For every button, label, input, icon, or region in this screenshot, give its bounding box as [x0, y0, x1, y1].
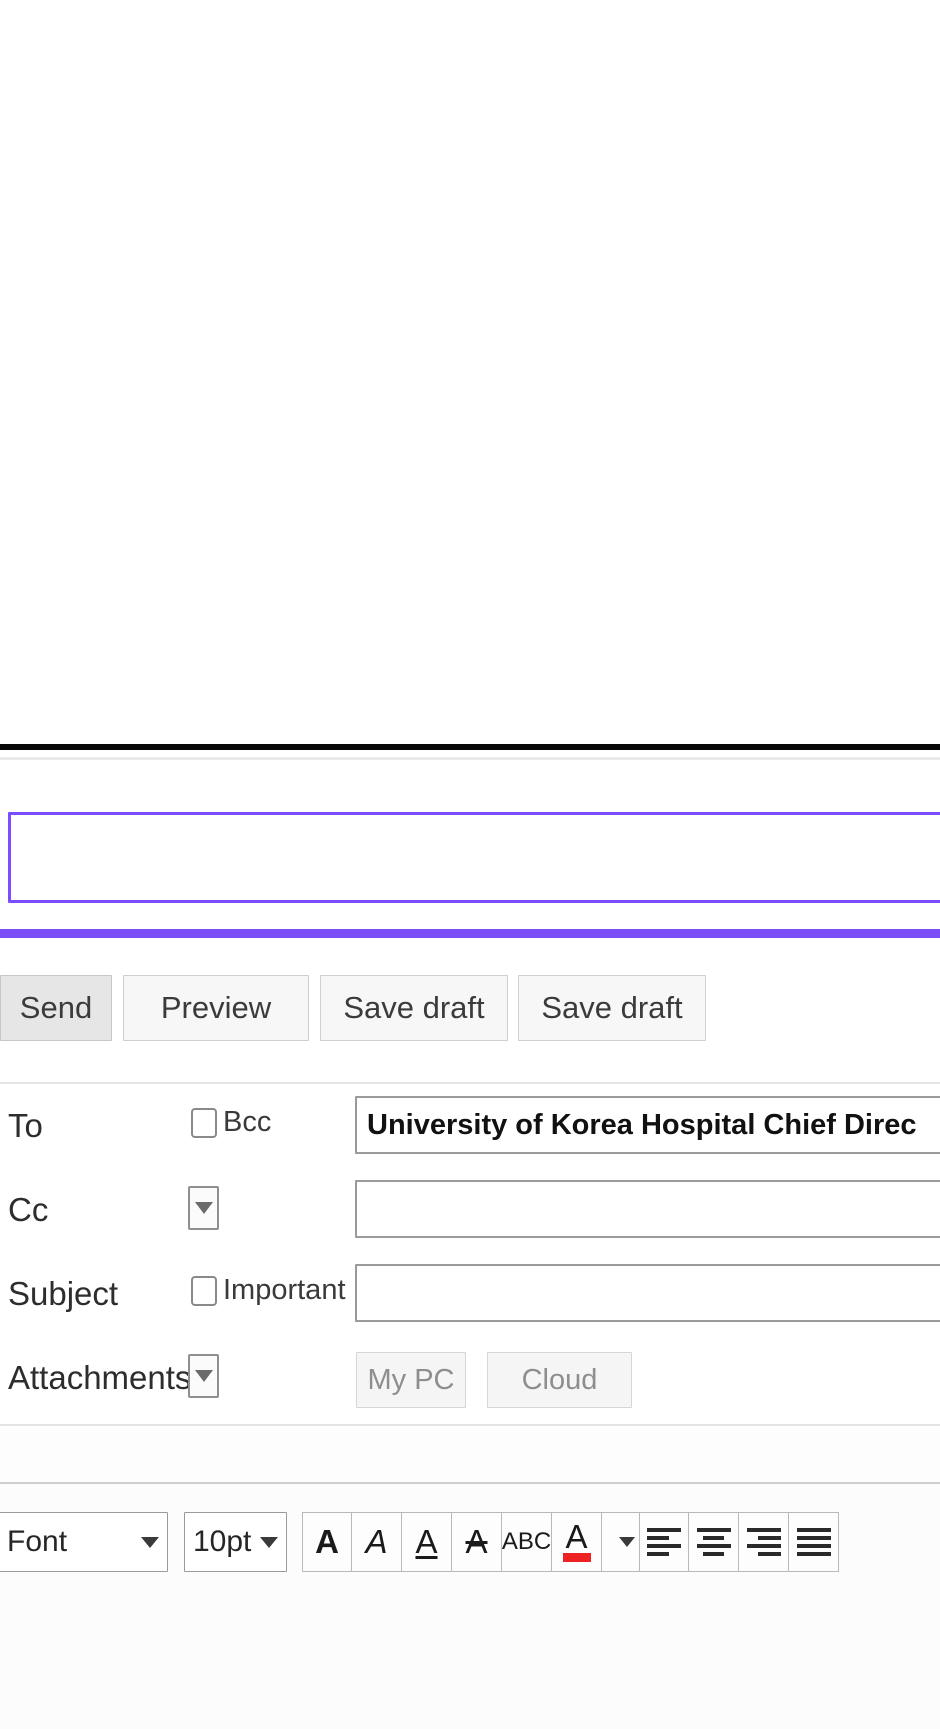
cc-input[interactable] [355, 1180, 940, 1238]
formatting-toolbar-row: Font 10pt A A A A ABC A [0, 1512, 940, 1580]
font-color-glyph: A [565, 1518, 587, 1556]
chevron-down-icon [619, 1537, 635, 1547]
send-button[interactable]: Send [0, 975, 112, 1041]
section-divider-dark [0, 744, 940, 750]
strikethrough-button[interactable]: A [452, 1512, 502, 1572]
attachments-dropdown-button[interactable] [188, 1354, 219, 1398]
focused-editor-box[interactable] [8, 812, 940, 903]
subject-input[interactable] [355, 1264, 940, 1322]
bold-button[interactable]: A [302, 1512, 352, 1572]
align-justify-button[interactable] [789, 1512, 839, 1572]
text-style-button-group: A A A A ABC A [302, 1512, 652, 1572]
compose-fields: To Bcc University of Korea Hospital Chie… [0, 1084, 940, 1424]
chevron-down-icon [195, 1370, 213, 1382]
font-size-value: 10pt [193, 1525, 252, 1559]
align-right-icon [747, 1528, 781, 1556]
attach-my-pc-button[interactable]: My PC [356, 1352, 466, 1408]
underline-button[interactable]: A [402, 1512, 452, 1572]
italic-button[interactable]: A [352, 1512, 402, 1572]
field-row-cc: Cc [0, 1168, 940, 1252]
align-center-button[interactable] [689, 1512, 739, 1572]
font-size-select[interactable]: 10pt [184, 1512, 287, 1572]
font-family-select[interactable]: Font [0, 1512, 168, 1572]
align-center-icon [697, 1528, 731, 1556]
preview-button[interactable]: Preview [123, 975, 309, 1041]
save-draft-button-1[interactable]: Save draft [320, 975, 508, 1041]
bcc-label: Bcc [223, 1106, 271, 1139]
save-draft-button-2[interactable]: Save draft [518, 975, 706, 1041]
important-label: Important [223, 1274, 346, 1307]
to-input[interactable]: University of Korea Hospital Chief Direc [355, 1096, 940, 1154]
important-checkbox-wrap[interactable]: Important [191, 1274, 346, 1307]
font-family-value: Font [7, 1525, 133, 1559]
chevron-down-icon [260, 1537, 278, 1548]
cc-dropdown-button[interactable] [188, 1186, 219, 1230]
attachments-label: Attachments [8, 1336, 191, 1420]
section-divider-light [0, 757, 940, 760]
alignment-button-group [639, 1512, 839, 1572]
field-row-attachments: Attachments My PC Cloud [0, 1336, 940, 1420]
subject-label: Subject [8, 1252, 118, 1336]
cc-label: Cc [8, 1168, 48, 1252]
page-body-blank-area [0, 0, 940, 744]
attach-cloud-button[interactable]: Cloud [487, 1352, 632, 1408]
font-color-button[interactable]: A [552, 1512, 602, 1572]
important-checkbox[interactable] [191, 1276, 217, 1306]
field-row-to: To Bcc University of Korea Hospital Chie… [0, 1084, 940, 1168]
chevron-down-icon [141, 1537, 159, 1548]
to-label: To [8, 1084, 43, 1168]
formatting-toolbar: Font 10pt A A A A ABC A [0, 1484, 940, 1729]
accent-divider-bar [0, 929, 940, 938]
align-right-button[interactable] [739, 1512, 789, 1572]
toolbar-gap-strip [0, 1426, 940, 1482]
spellcheck-button[interactable]: ABC [502, 1512, 552, 1572]
font-color-swatch-icon [563, 1553, 591, 1562]
action-button-row: Send Preview Save draft Save draft [0, 975, 940, 1043]
bcc-checkbox-wrap[interactable]: Bcc [191, 1106, 271, 1139]
align-justify-icon [797, 1528, 831, 1556]
compose-mail-page: Send Preview Save draft Save draft To Bc… [0, 0, 940, 1729]
field-row-subject: Subject Important [0, 1252, 940, 1336]
align-left-icon [647, 1528, 681, 1556]
align-left-button[interactable] [639, 1512, 689, 1572]
bcc-checkbox[interactable] [191, 1108, 217, 1138]
chevron-down-icon [195, 1202, 213, 1214]
